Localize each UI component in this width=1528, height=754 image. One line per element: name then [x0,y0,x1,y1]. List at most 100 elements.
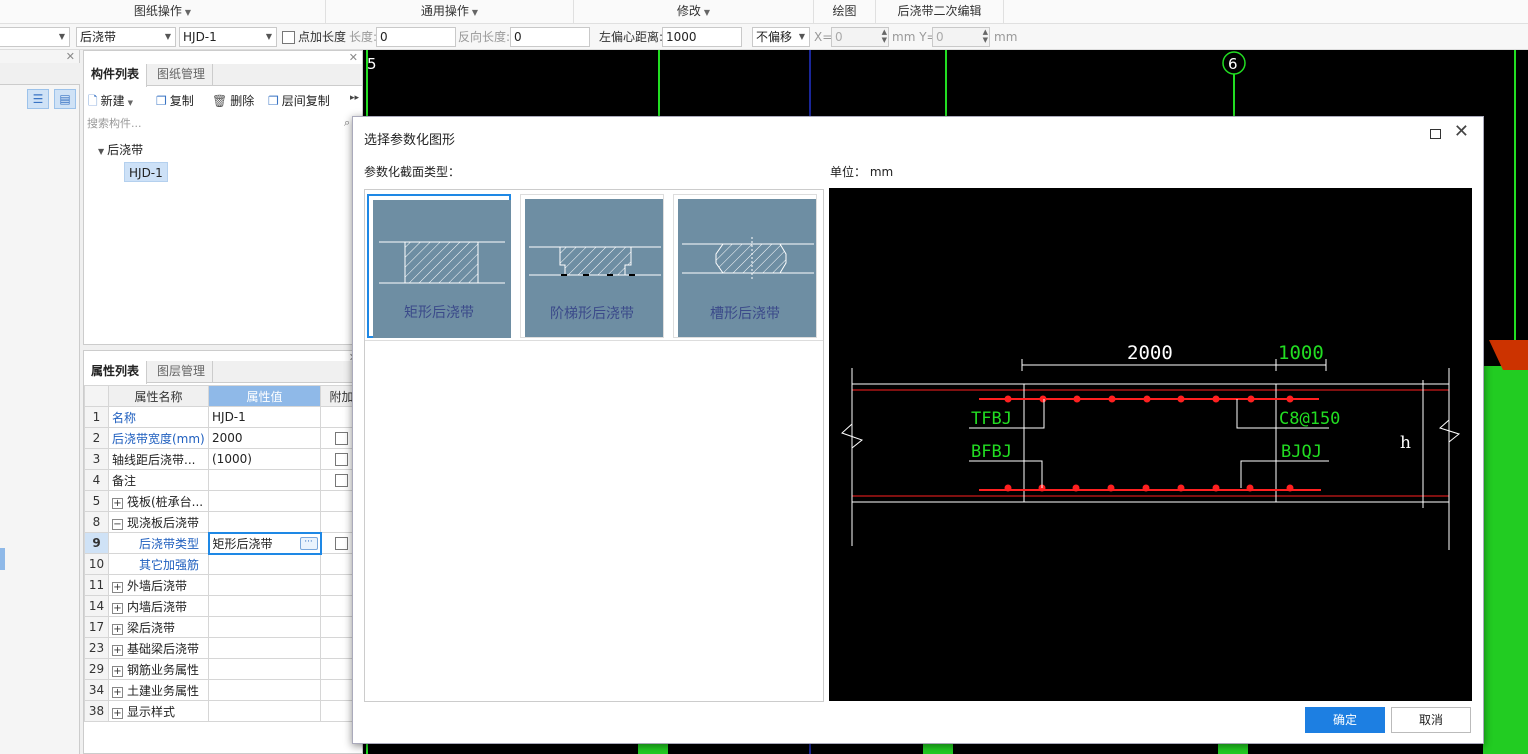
floor-combo[interactable]: ▼ [0,27,70,47]
tab-component-list[interactable]: 构件列表 [84,64,148,87]
shape-option-groove[interactable]: 槽形后浇带 [673,194,817,338]
property-name-cell: + 梁后浇带 [108,616,209,638]
shape-option-rectangular[interactable]: 矩形后浇带 [367,194,511,338]
detail-view-icon[interactable]: ▤ [54,89,76,109]
more-icon[interactable]: ▸▸ [350,93,359,103]
offset-mode-combo[interactable]: 不偏移 ▼ [752,27,810,47]
row-number: 17 [84,616,109,638]
component-list-panel: ✕ 构件列表 图纸管理 🗋 新建 ▼ ❐ 复制 🗑 删除 ❐ 层间复制 ▸▸ 搜索构件..… [83,50,363,345]
property-value-text: 2000 [212,431,243,445]
property-name-cell: 轴线距后浇带... [108,448,209,470]
property-value[interactable]: 矩形后浇带 ··· [207,531,322,555]
property-value[interactable]: 2000 [208,427,321,449]
length-input[interactable]: 0 [376,27,456,47]
expand-icon[interactable]: + [112,686,123,698]
property-name: 其它加强筋 [139,557,200,572]
table-row[interactable]: 14 + 内墙后浇带 [84,595,363,617]
reverse-length-input[interactable]: 0 [510,27,590,47]
property-value[interactable]: HJD-1 [208,406,321,428]
table-row[interactable]: 2 后浇带宽度(mm) 2000 [84,427,363,449]
table-row[interactable]: 17 + 梁后浇带 [84,616,363,638]
table-row[interactable]: 4 备注 [84,469,363,491]
new-file-icon: 🗋 [88,94,98,108]
row-number: 8 [84,511,109,533]
menu-second-edit[interactable]: 后浇带二次编辑 [876,0,1004,24]
property-name: 钢筋业务属性 [127,662,200,677]
table-row[interactable]: 38 + 显示样式 [84,700,363,722]
add-length-checkbox[interactable] [282,31,295,44]
property-value[interactable] [208,469,321,491]
extra-checkbox[interactable] [335,474,348,487]
menu-modify[interactable]: 修改 ▼ [574,0,814,24]
search-icon[interactable]: ⌕ [344,116,350,130]
extra-checkbox[interactable] [335,537,349,550]
label-bjqj: BJQJ [1281,442,1322,462]
y-input[interactable]: 0 ▲ ▼ [932,27,990,47]
tree-node-hjd1[interactable]: HJD-1 [124,162,168,182]
close-icon[interactable]: ✕ [349,51,358,64]
table-row[interactable]: 10 其它加强筋 [84,553,363,575]
property-value[interactable] [208,511,321,533]
property-value[interactable] [208,679,321,701]
property-value[interactable] [208,574,321,596]
extra-checkbox[interactable] [335,432,348,445]
ok-button[interactable]: 确定 [1305,707,1385,733]
maximize-icon[interactable] [1430,129,1441,139]
category-combo[interactable]: 后浇带 ▼ [76,27,176,47]
list-view-icon[interactable]: ☰ [27,89,49,109]
property-name: 后浇带宽度(mm) [112,431,205,446]
property-value[interactable] [208,658,321,680]
property-value[interactable]: (1000) [208,448,321,470]
divider [365,340,823,341]
tab-drawing-management[interactable]: 图纸管理 [150,64,214,86]
search-input[interactable]: 搜索构件... [87,115,359,133]
row-number: 14 [84,595,109,617]
tab-layer-management[interactable]: 图层管理 [150,361,214,383]
expand-icon[interactable]: + [112,644,123,656]
shape-option-stepped[interactable]: 阶梯形后浇带 [520,194,664,338]
expand-icon[interactable]: + [112,665,123,677]
table-row[interactable]: 9 后浇带类型 矩形后浇带 ··· [84,531,363,555]
table-row[interactable]: 29 + 钢筋业务属性 [84,658,363,680]
left-offset-input[interactable]: 1000 [662,27,742,47]
x-input[interactable]: 0 ▲ ▼ [831,27,889,47]
menu-drawing-ops[interactable]: 图纸操作 ▼ [0,0,326,24]
table-row[interactable]: 5 + 筏板(桩承台... [84,490,363,512]
table-row[interactable]: 11 + 外墙后浇带 [84,574,363,596]
expand-icon[interactable]: + [112,707,123,719]
green-member [1483,366,1528,754]
expand-icon[interactable]: + [112,602,123,614]
table-row[interactable]: 34 + 土建业务属性 [84,679,363,701]
table-row[interactable]: 3 轴线距后浇带... (1000) [84,448,363,470]
expand-icon[interactable]: + [112,581,123,593]
leader-bfbj [969,460,1043,488]
menu-draw[interactable]: 绘图 [814,0,876,24]
close-icon[interactable]: ✕ [1454,123,1469,141]
property-value[interactable] [208,553,321,575]
new-button[interactable]: 🗋 新建 ▼ [88,93,133,111]
delete-button[interactable]: 🗑 删除 [212,93,254,109]
expand-icon[interactable]: + [112,497,123,509]
property-value[interactable] [208,637,321,659]
ellipsis-button[interactable]: ··· [299,536,318,550]
table-row[interactable]: 1 名称 HJD-1 [84,406,363,428]
menu-common-ops[interactable]: 通用操作 ▼ [326,0,574,24]
property-value[interactable] [208,595,321,617]
extra-checkbox[interactable] [335,453,348,466]
copy-button[interactable]: ❐ 复制 [156,93,194,109]
property-value[interactable] [208,700,321,722]
table-row[interactable]: 8− 现浇板后浇带 [84,511,363,533]
property-value[interactable] [208,616,321,638]
expand-icon[interactable]: + [112,623,123,635]
close-icon[interactable]: ✕ [66,50,75,63]
property-value[interactable] [208,490,321,512]
cancel-button[interactable]: 取消 [1391,707,1471,733]
element-combo[interactable]: HJD-1 ▼ [179,27,277,47]
row-number: 38 [84,700,109,722]
shape-label-stepped: 阶梯形后浇带 [550,306,634,322]
tree-node-root[interactable]: ▼ 后浇带 [98,141,143,158]
tab-property-list[interactable]: 属性列表 [84,361,148,384]
table-row[interactable]: 23 + 基础梁后浇带 [84,637,363,659]
collapse-icon[interactable]: − [112,518,123,530]
floor-copy-button[interactable]: ❐ 层间复制 [268,93,330,109]
